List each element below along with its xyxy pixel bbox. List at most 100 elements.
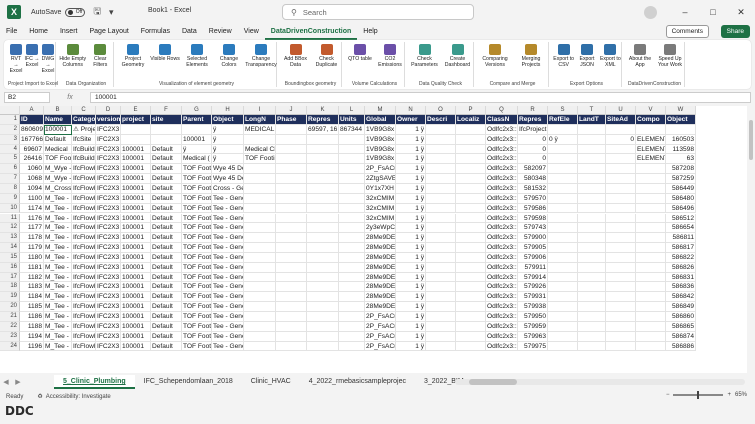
cell[interactable] (606, 203, 636, 214)
cell[interactable] (307, 341, 339, 352)
column-header[interactable]: F (151, 106, 182, 115)
cell[interactable]: Medical Clinic (244, 144, 276, 155)
cell[interactable]: M_Tee - (44, 341, 72, 352)
cell[interactable] (426, 164, 456, 175)
cell[interactable]: 28Me9DE (365, 252, 396, 263)
cell[interactable]: 63 (666, 154, 696, 165)
cell[interactable]: IfcFlowFit (72, 243, 96, 253)
column-title-cell[interactable]: project (121, 115, 151, 125)
ribbon-button[interactable]: Change Transparency (245, 44, 277, 68)
cell[interactable] (636, 262, 666, 273)
cell[interactable] (578, 252, 606, 263)
column-header[interactable]: D (96, 106, 121, 115)
cell[interactable] (456, 282, 486, 293)
cell[interactable]: Odlfc2x3:: (486, 223, 518, 234)
customize-toolbar-icon[interactable]: ▾ (109, 7, 114, 18)
cell[interactable]: 1196 (20, 341, 44, 352)
cell[interactable]: 586817 (666, 243, 696, 253)
cell[interactable] (276, 134, 307, 145)
cell[interactable]: IFC2X3 (96, 331, 121, 342)
column-title-cell[interactable]: Catego (72, 115, 96, 125)
cell[interactable]: Default (151, 154, 182, 165)
cell[interactable]: IFC2X3 (96, 124, 121, 135)
cell[interactable]: Odlfc2x3:: (486, 321, 518, 332)
cell[interactable]: 586831 (666, 272, 696, 283)
cell[interactable]: M_Tee - (44, 321, 72, 332)
cell[interactable] (426, 282, 456, 293)
column-title-cell[interactable]: Object (666, 115, 696, 125)
cell[interactable] (456, 174, 486, 184)
tab-page-layout[interactable]: Page Layout (83, 24, 134, 40)
column-title-cell[interactable]: Owner (396, 115, 426, 125)
cell[interactable]: 28Me9DE (365, 262, 396, 273)
cell[interactable] (307, 302, 339, 312)
cell[interactable]: M_Tee - (44, 243, 72, 253)
cell[interactable] (307, 272, 339, 283)
cell[interactable]: 586842 (666, 292, 696, 303)
cell[interactable] (276, 183, 307, 194)
column-title-cell[interactable]: version (96, 115, 121, 125)
cell[interactable] (548, 193, 578, 204)
column-header[interactable]: I (244, 106, 276, 115)
cell[interactable]: MEDICAL NEW (244, 124, 276, 135)
cell[interactable]: 2P_FsACu (365, 321, 396, 332)
maximize-icon[interactable]: □ (699, 7, 727, 17)
cell[interactable]: 1 ÿ (396, 223, 426, 234)
cell[interactable]: 28Me9DE (365, 292, 396, 303)
cell[interactable]: M_Tee - (44, 213, 72, 224)
sheet-tab-rmebasicsample[interactable]: 4_2022_rmebasicsampleprojec (300, 375, 415, 389)
cell[interactable] (456, 243, 486, 253)
cell[interactable] (456, 193, 486, 204)
cell[interactable]: 586480 (666, 193, 696, 204)
cell[interactable] (426, 203, 456, 214)
cell[interactable] (548, 124, 578, 135)
cell[interactable]: 69607 (20, 144, 44, 155)
cell[interactable]: 1 ÿ (396, 262, 426, 273)
cell[interactable] (339, 203, 365, 214)
cell[interactable]: Odlfc2x3:: (486, 193, 518, 204)
cell[interactable]: Odlfc2x3:: (486, 243, 518, 253)
cell[interactable] (548, 272, 578, 283)
cell[interactable] (578, 203, 606, 214)
column-title-cell[interactable]: Units (339, 115, 365, 125)
tab-view[interactable]: View (238, 24, 265, 40)
column-title-cell[interactable]: LandT (578, 115, 606, 125)
name-box[interactable]: B2 (4, 92, 50, 103)
cell[interactable]: 1 ÿ (396, 272, 426, 283)
row-number[interactable]: 3 (0, 134, 20, 145)
cell[interactable] (606, 183, 636, 194)
cell[interactable] (636, 174, 666, 184)
row-number[interactable]: 21 (0, 312, 20, 322)
tab-help[interactable]: Help (357, 24, 383, 40)
cell[interactable] (307, 174, 339, 184)
column-title-cell[interactable]: Object (212, 115, 244, 125)
ribbon-button[interactable]: Export to CSV (552, 44, 575, 68)
column-header[interactable]: L (339, 106, 365, 115)
cell[interactable]: 26416 (20, 154, 44, 165)
ribbon-button[interactable]: Clear Filters (87, 44, 115, 68)
cell[interactable]: Odlfc2x3:: (486, 341, 518, 352)
cell[interactable] (426, 262, 456, 273)
row-number[interactable]: 9 (0, 193, 20, 204)
row-number[interactable]: 18 (0, 282, 20, 293)
cell[interactable]: M_Tee - (44, 272, 72, 283)
column-title-cell[interactable]: Phase (276, 115, 307, 125)
cell[interactable]: 100001 (121, 282, 151, 293)
cell[interactable] (307, 312, 339, 322)
cell[interactable] (426, 193, 456, 204)
cell[interactable] (276, 312, 307, 322)
column-header[interactable]: C (72, 106, 96, 115)
cell[interactable]: 586822 (666, 252, 696, 263)
cell[interactable]: 28Me9DE (365, 243, 396, 253)
cell[interactable]: 867344 (339, 124, 365, 135)
cell[interactable]: 113598 (666, 144, 696, 155)
cell[interactable]: 100001 (121, 292, 151, 303)
cell[interactable] (426, 183, 456, 194)
cell[interactable]: Default (151, 233, 182, 244)
column-header[interactable]: V (636, 106, 666, 115)
cell[interactable]: IfcFlowFit (72, 272, 96, 283)
cell[interactable]: IfcFlowFit (72, 341, 96, 352)
cell[interactable]: 100001 (121, 144, 151, 155)
cell[interactable]: 1 ÿ (396, 124, 426, 135)
cell[interactable] (307, 282, 339, 293)
